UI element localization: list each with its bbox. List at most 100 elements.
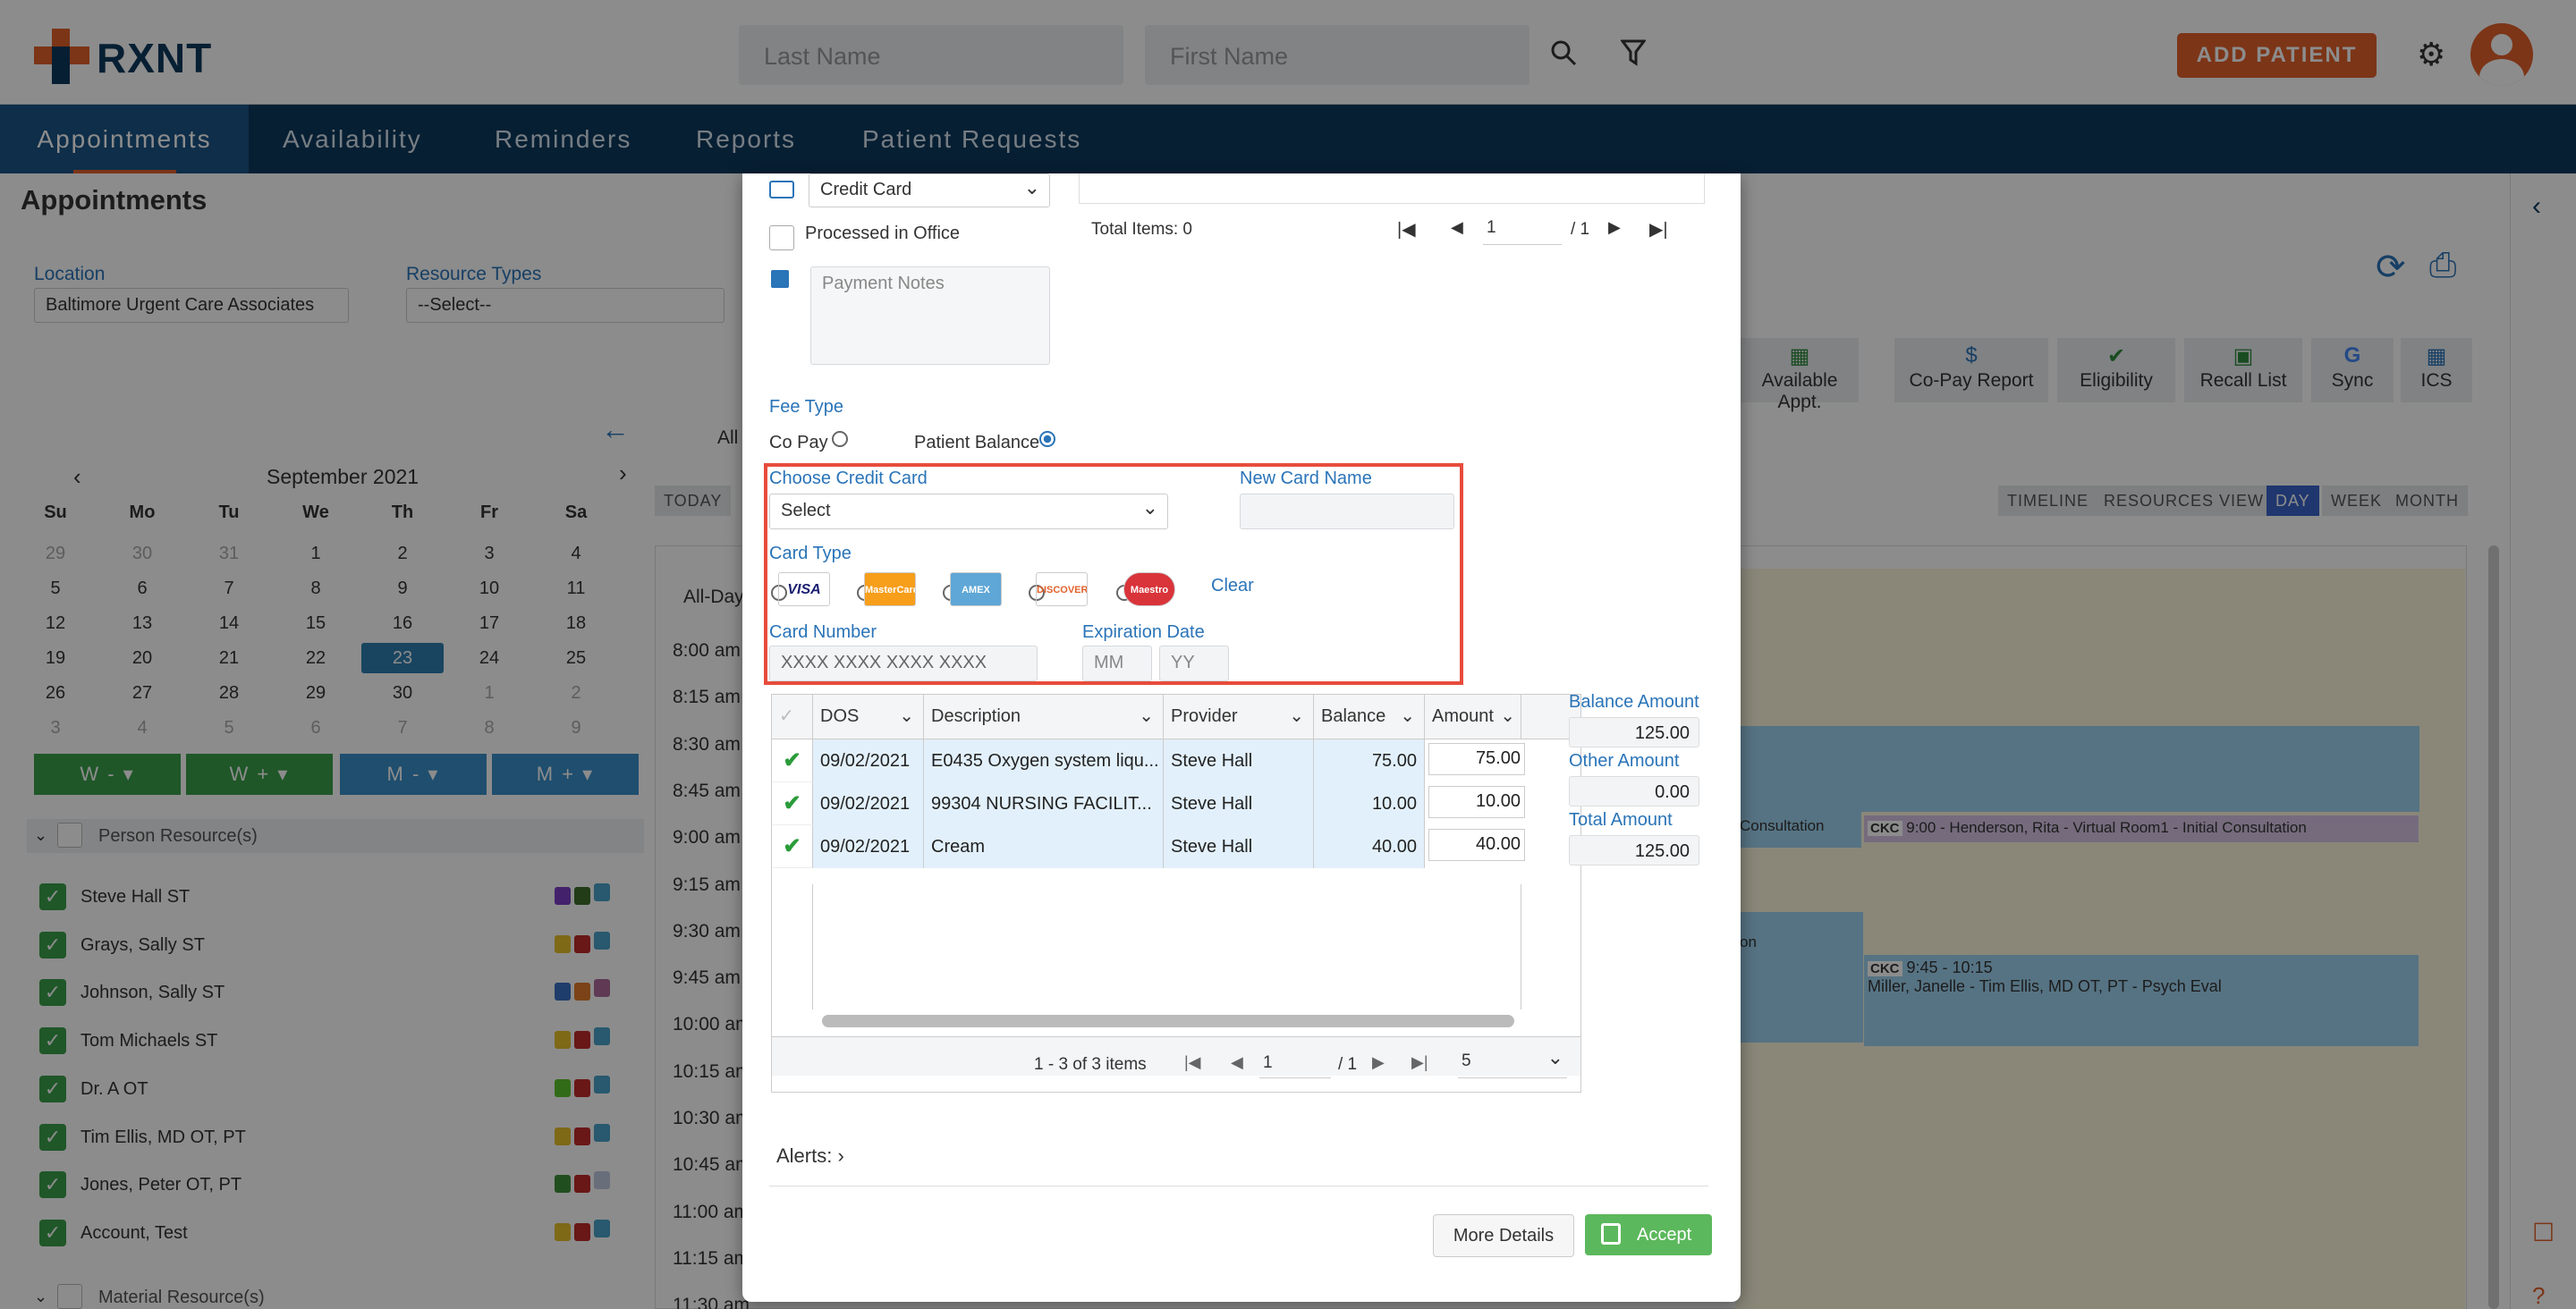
calendar-day[interactable]: 24 — [462, 643, 516, 673]
tab-appointments[interactable]: Appointments — [0, 105, 249, 173]
row-checkbox[interactable]: ✔ — [772, 825, 813, 868]
calendar-day[interactable]: 4 — [115, 713, 169, 743]
exp-year-input[interactable]: YY — [1159, 646, 1229, 681]
select-all-check[interactable]: ✓ — [772, 695, 813, 739]
row-checkbox[interactable]: ✔ — [772, 782, 813, 825]
calendar-day[interactable]: 6 — [115, 573, 169, 604]
view-week[interactable]: WEEK — [2322, 486, 2392, 516]
exp-month-input[interactable]: MM — [1082, 646, 1152, 681]
next-page-icon[interactable]: ▶ — [1608, 218, 1621, 237]
page-size-select[interactable]: 5 ⌄ — [1458, 1046, 1567, 1078]
col-balance[interactable]: Balance ⌄ — [1314, 695, 1425, 739]
week-minus-button[interactable]: W - ▾ — [34, 754, 181, 795]
calendar-day[interactable]: 5 — [202, 713, 256, 743]
add-patient-button[interactable]: ADD PATIENT — [2177, 33, 2377, 78]
page-input[interactable]: 1 — [1483, 213, 1562, 245]
collapse-arrow-icon[interactable]: ← — [601, 413, 630, 446]
alerts-toggle[interactable]: Alerts: › — [776, 1144, 844, 1168]
event-block-top[interactable] — [1740, 726, 2419, 812]
page-scrollbar[interactable] — [2488, 545, 2499, 1309]
last-page-icon[interactable]: ▶| — [1649, 218, 1668, 241]
person-checkbox[interactable]: ✓ — [39, 883, 66, 910]
card-number-input[interactable]: XXXX XXXX XXXX XXXX — [769, 646, 1038, 681]
other-amount-input[interactable]: 0.00 — [1569, 776, 1699, 807]
calendar-day[interactable]: 9 — [549, 713, 603, 743]
week-plus-button[interactable]: W + ▾ — [186, 754, 333, 795]
person-checkbox[interactable]: ✓ — [39, 1219, 66, 1246]
choose-card-select[interactable]: Select ⌄ — [769, 494, 1168, 529]
person-resources-header[interactable]: ⌄ Person Resource(s) — [27, 819, 644, 853]
calendar-day[interactable]: 22 — [289, 643, 343, 673]
person-checkbox[interactable]: ✓ — [39, 979, 66, 1007]
calendar-day[interactable]: 11 — [549, 573, 603, 604]
calendar-day[interactable]: 9 — [376, 573, 429, 604]
person-checkbox[interactable]: ✓ — [39, 1171, 66, 1199]
event-miller[interactable]: CKC 9:45 - 10:15 Miller, Janelle - Tim E… — [1864, 955, 2419, 1046]
person-resources-checkbox[interactable] — [57, 823, 82, 848]
calendar-day[interactable]: 2 — [549, 678, 603, 708]
tab-patient-requests[interactable]: Patient Requests — [862, 105, 1081, 173]
calendar-day[interactable]: 5 — [29, 573, 82, 604]
calendar-day[interactable]: 23 — [361, 643, 444, 673]
person-checkbox[interactable]: ✓ — [39, 1075, 66, 1102]
material-resources-checkbox[interactable] — [57, 1284, 82, 1309]
grid-page-input[interactable]: 1 — [1259, 1048, 1331, 1078]
calendar-day[interactable]: 13 — [115, 608, 169, 638]
patient-balance-radio[interactable] — [1039, 431, 1055, 447]
calendar-day[interactable]: 7 — [376, 713, 429, 743]
calendar-day[interactable]: 25 — [549, 643, 603, 673]
calendar-day[interactable]: 1 — [289, 538, 343, 569]
available-appt-button[interactable]: ▦ Available Appt. — [1741, 338, 1859, 412]
payment-notes-input[interactable]: Payment Notes — [810, 266, 1050, 365]
calendar-day[interactable]: 27 — [115, 678, 169, 708]
chat-icon[interactable]: ☐ — [2532, 1218, 2555, 1247]
month-minus-button[interactable]: M - ▾ — [340, 754, 487, 795]
calendar-day[interactable]: 3 — [462, 538, 516, 569]
grid-amount-input[interactable]: 10.00 — [1428, 786, 1525, 818]
calendar-day[interactable]: 8 — [462, 713, 516, 743]
refresh-icon[interactable]: ⟳ — [2376, 247, 2406, 288]
help-icon[interactable]: ? — [2532, 1282, 2545, 1309]
month-plus-button[interactable]: M + ▾ — [492, 754, 639, 795]
calendar-day[interactable]: 18 — [549, 608, 603, 638]
calendar-day[interactable]: 6 — [289, 713, 343, 743]
calendar-day[interactable]: 17 — [462, 608, 516, 638]
sync-button[interactable]: G Sync — [2311, 338, 2394, 402]
next-month-icon[interactable]: › — [619, 460, 627, 487]
calendar-day[interactable]: 16 — [376, 608, 429, 638]
tab-reminders[interactable]: Reminders — [495, 105, 631, 173]
prev-month-icon[interactable]: ‹ — [73, 463, 81, 491]
calendar-day[interactable]: 29 — [29, 538, 82, 569]
avatar[interactable] — [2470, 23, 2533, 86]
new-card-name-input[interactable] — [1240, 494, 1454, 529]
payment-method-select[interactable]: Credit Card ⌄ — [809, 173, 1050, 207]
grid-prev-page-icon[interactable]: ◀ — [1231, 1053, 1243, 1072]
grid-next-page-icon[interactable]: ▶ — [1372, 1053, 1385, 1072]
calendar-day[interactable]: 15 — [289, 608, 343, 638]
prev-page-icon[interactable]: ◀ — [1451, 218, 1463, 237]
event-consultation-left[interactable]: Consultation — [1740, 812, 1861, 848]
calendar-day[interactable]: 30 — [376, 678, 429, 708]
resource-types-select[interactable]: --Select-- — [406, 288, 724, 323]
col-amount[interactable]: Amount ⌄ — [1425, 695, 1521, 739]
calendar-day[interactable]: 19 — [29, 643, 82, 673]
processed-checkbox[interactable] — [769, 225, 794, 250]
today-button[interactable]: TODAY — [655, 486, 732, 516]
location-select[interactable]: Baltimore Urgent Care Associates — [34, 288, 349, 323]
person-checkbox[interactable]: ✓ — [39, 1027, 66, 1055]
filter-icon[interactable] — [1621, 38, 1646, 67]
material-resources-header[interactable]: ⌄ Material Resource(s) — [27, 1280, 644, 1309]
eligibility-button[interactable]: ✔ Eligibility — [2057, 338, 2175, 402]
event-block-left2[interactable]: on — [1740, 912, 1863, 1043]
grid-hscroll[interactable] — [822, 1015, 1514, 1027]
gear-icon[interactable]: ⚙ — [2417, 36, 2445, 73]
view-timeline[interactable]: TIMELINE — [1998, 486, 2098, 516]
copay-report-button[interactable]: $ Co-Pay Report — [1894, 338, 2048, 402]
first-name-input[interactable]: First Name — [1145, 25, 1530, 85]
col-provider[interactable]: Provider ⌄ — [1164, 695, 1314, 739]
col-dos[interactable]: DOS ⌄ — [813, 695, 924, 739]
search-icon[interactable] — [1550, 39, 1577, 66]
grid-amount-input[interactable]: 40.00 — [1428, 829, 1525, 861]
calendar-day[interactable]: 4 — [549, 538, 603, 569]
calendar-day[interactable]: 12 — [29, 608, 82, 638]
